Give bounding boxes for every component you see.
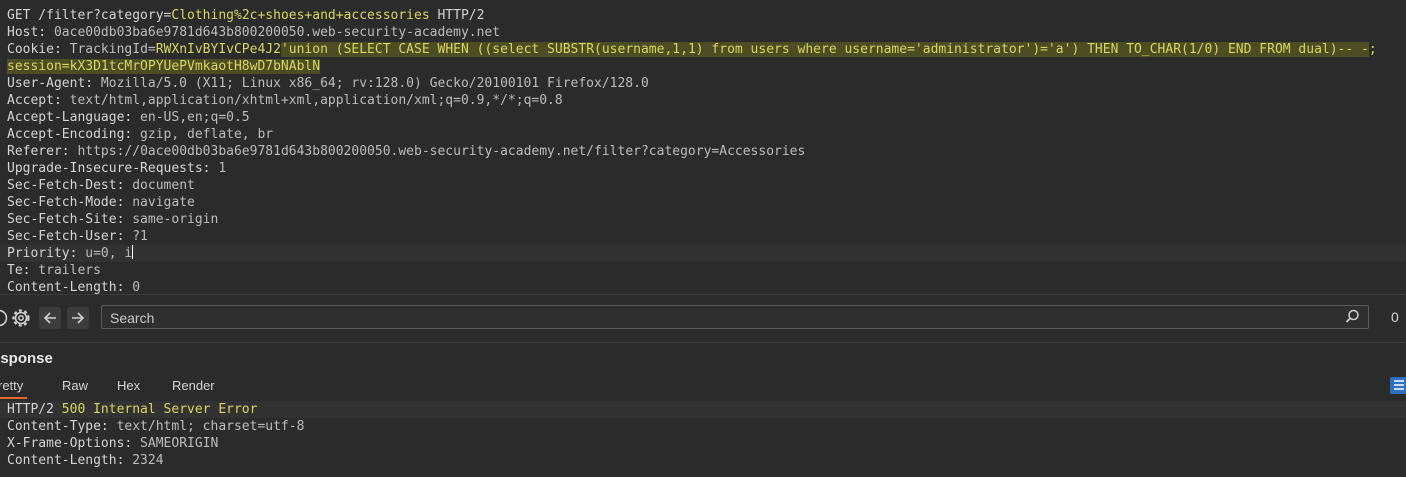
header-value: gzip, deflate, br bbox=[132, 127, 274, 142]
header-value: same-origin bbox=[124, 212, 219, 227]
header-value: navigate bbox=[124, 195, 195, 210]
query-value: Clothing%2c+shoes+and+accessories bbox=[171, 8, 430, 23]
sql-injection-payload: 'union (SELECT CASE WHEN ((select SUBSTR… bbox=[280, 42, 1369, 57]
help-icon[interactable] bbox=[0, 307, 10, 329]
header-key: Content-Type: bbox=[7, 419, 109, 434]
response-header-content-type: Content-Type: text/html; charset=utf-8 bbox=[7, 418, 304, 435]
header-key: Te: bbox=[7, 263, 31, 278]
request-line[interactable]: GET /filter?category=Clothing%2c+shoes+a… bbox=[7, 7, 484, 24]
header-key: X-Frame-Options: bbox=[7, 436, 133, 451]
header-key: Sec-Fetch-Dest: bbox=[7, 178, 125, 193]
protocol: HTTP/2 bbox=[7, 402, 54, 417]
current-line-highlight bbox=[0, 245, 1406, 262]
header-value: u=0, i bbox=[77, 246, 133, 261]
header-value: text/html; charset=utf-8 bbox=[108, 419, 305, 434]
wrap-lines-icon[interactable] bbox=[1390, 377, 1406, 394]
header-te[interactable]: Te: trailers bbox=[7, 262, 101, 279]
response-panel-title: esponse bbox=[0, 350, 53, 367]
header-key: Accept: bbox=[7, 93, 62, 108]
header-value: en-US,en;q=0.5 bbox=[132, 110, 250, 125]
header-user-agent[interactable]: User-Agent: Mozilla/5.0 (X11; Linux x86_… bbox=[7, 75, 649, 92]
header-sec-fetch-dest[interactable]: Sec-Fetch-Dest: document bbox=[7, 177, 195, 194]
header-sec-fetch-site[interactable]: Sec-Fetch-Site: same-origin bbox=[7, 211, 218, 228]
back-arrow-icon[interactable] bbox=[39, 307, 61, 329]
header-value: 0 bbox=[124, 280, 141, 294]
header-value: 2324 bbox=[124, 453, 164, 468]
header-value: document bbox=[124, 178, 195, 193]
search-box[interactable] bbox=[101, 305, 1369, 329]
session-cookie: session=kX3D1tcMrOPYUePVmkaotH8wD7bNAblN bbox=[7, 59, 321, 74]
path: /filter?category= bbox=[30, 8, 172, 23]
header-key: Priority: bbox=[7, 246, 78, 261]
tab-hex[interactable]: Hex bbox=[117, 378, 140, 393]
cookie-separator: ; bbox=[1368, 42, 1377, 57]
header-value: SAMEORIGIN bbox=[132, 436, 219, 451]
cookie-value: RWXnIvBYIvCPe4J2 bbox=[155, 42, 281, 57]
header-key: Upgrade-Insecure-Requests: bbox=[7, 161, 211, 176]
header-accept-language[interactable]: Accept-Language: en-US,en;q=0.5 bbox=[7, 109, 250, 126]
header-host[interactable]: Host: 0ace00db03ba6e9781d643b800200050.w… bbox=[7, 24, 500, 41]
forward-arrow-icon[interactable] bbox=[67, 307, 89, 329]
header-key: Sec-Fetch-User: bbox=[7, 229, 125, 244]
response-header-x-frame-options: X-Frame-Options: SAMEORIGIN bbox=[7, 435, 218, 452]
search-toolbar: 0 bbox=[0, 295, 1406, 341]
header-value: text/html,application/xhtml+xml,applicat… bbox=[61, 93, 563, 108]
header-sec-fetch-mode[interactable]: Sec-Fetch-Mode: navigate bbox=[7, 194, 195, 211]
header-priority[interactable]: Priority: u=0, i bbox=[7, 245, 134, 262]
response-header-content-length: Content-Length: 2324 bbox=[7, 452, 164, 469]
header-value: https://0ace00db03ba6e9781d643b800200050… bbox=[69, 144, 806, 159]
tab-render[interactable]: Render bbox=[172, 378, 215, 393]
header-sec-fetch-user[interactable]: Sec-Fetch-User: ?1 bbox=[7, 228, 148, 245]
header-key: Host: bbox=[7, 25, 47, 40]
header-value: trailers bbox=[30, 263, 101, 278]
header-key: Content-Length: bbox=[7, 280, 125, 294]
protocol: HTTP/2 bbox=[429, 8, 485, 23]
status-line: HTTP/2 500 Internal Server Error bbox=[7, 401, 257, 418]
search-input[interactable] bbox=[108, 308, 1332, 328]
response-tabs: retty Raw Hex Render bbox=[0, 374, 1406, 399]
divider bbox=[0, 342, 1406, 343]
header-key: Content-Length: bbox=[7, 453, 125, 468]
header-content-length[interactable]: Content-Length: 0 bbox=[7, 279, 140, 294]
tab-raw[interactable]: Raw bbox=[62, 378, 88, 393]
request-editor[interactable]: GET /filter?category=Clothing%2c+shoes+a… bbox=[0, 0, 1406, 294]
header-cookie[interactable]: Cookie: TrackingId=RWXnIvBYIvCPe4J2'unio… bbox=[7, 41, 1377, 58]
header-upgrade-insecure-requests[interactable]: Upgrade-Insecure-Requests: 1 bbox=[7, 160, 226, 177]
header-key: Cookie: bbox=[7, 42, 62, 57]
status-text: 500 Internal Server Error bbox=[53, 402, 258, 417]
header-key: Accept-Language: bbox=[7, 110, 133, 125]
header-key: Accept-Encoding: bbox=[7, 127, 133, 142]
method: GET bbox=[7, 8, 31, 23]
header-value: 0ace00db03ba6e9781d643b800200050.web-sec… bbox=[46, 25, 501, 40]
header-value: ?1 bbox=[124, 229, 148, 244]
tab-pretty[interactable]: retty bbox=[0, 378, 28, 399]
cookie-name: TrackingId= bbox=[61, 42, 156, 57]
search-icon[interactable] bbox=[1345, 309, 1360, 328]
header-key: Sec-Fetch-Site: bbox=[7, 212, 125, 227]
header-key: User-Agent: bbox=[7, 76, 94, 91]
cookie-session[interactable]: session=kX3D1tcMrOPYUePVmkaotH8wD7bNAblN bbox=[7, 58, 321, 75]
header-accept-encoding[interactable]: Accept-Encoding: gzip, deflate, br bbox=[7, 126, 273, 143]
header-key: Referer: bbox=[7, 144, 70, 159]
header-accept[interactable]: Accept: text/html,application/xhtml+xml,… bbox=[7, 92, 563, 109]
match-count: 0 bbox=[1391, 309, 1399, 325]
response-viewer[interactable]: HTTP/2 500 Internal Server Error Content… bbox=[0, 400, 1406, 477]
header-value: 1 bbox=[210, 161, 227, 176]
text-caret bbox=[132, 245, 134, 259]
header-value: Mozilla/5.0 (X11; Linux x86_64; rv:128.0… bbox=[93, 76, 649, 91]
gear-icon[interactable] bbox=[10, 307, 32, 329]
header-key: Sec-Fetch-Mode: bbox=[7, 195, 125, 210]
header-referer[interactable]: Referer: https://0ace00db03ba6e9781d643b… bbox=[7, 143, 805, 160]
